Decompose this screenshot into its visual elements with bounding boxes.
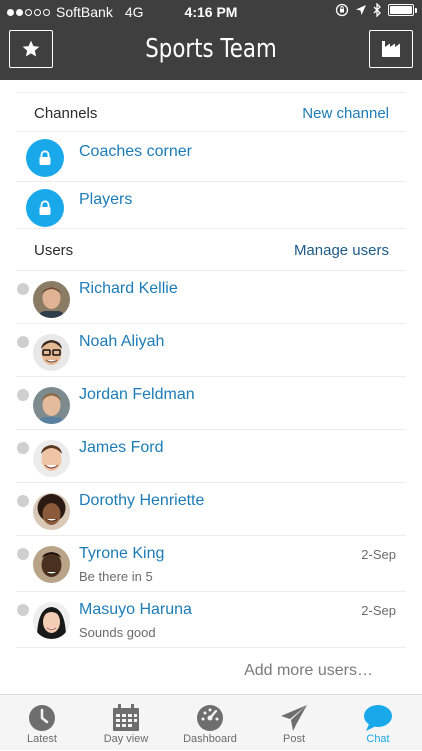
tab-label: Dashboard — [183, 733, 237, 745]
last-message-preview: Be there in 5 — [79, 569, 153, 584]
chat-bubble-icon — [364, 705, 392, 731]
manage-users-link[interactable]: Manage users — [294, 242, 389, 259]
user-item-tyrone-king[interactable]: Tyrone King 2-Sep Be there in 5 — [16, 535, 406, 591]
avatar — [33, 546, 70, 583]
user-name: James Ford — [79, 439, 164, 456]
channel-lock-badge — [26, 189, 64, 227]
tab-label: Day view — [103, 733, 149, 745]
avatar — [33, 602, 70, 639]
add-more-users-link[interactable]: Add more users… — [244, 662, 373, 680]
paper-plane-icon — [281, 705, 307, 731]
presence-indicator — [17, 442, 29, 454]
user-name: Noah Aliyah — [79, 333, 165, 350]
status-bar-right — [335, 3, 417, 17]
last-message-date: 2-Sep — [361, 603, 396, 618]
tab-label: Latest — [27, 733, 57, 745]
user-name: Tyrone King — [79, 545, 165, 562]
tab-day-view[interactable]: Day view — [84, 695, 168, 751]
bluetooth-icon — [373, 3, 381, 17]
channel-name: Players — [79, 191, 133, 208]
dashboard-icon — [197, 705, 223, 731]
presence-indicator — [17, 389, 29, 401]
tab-post[interactable]: Post — [252, 695, 336, 751]
channel-name: Coaches corner — [79, 143, 192, 160]
lock-icon — [39, 200, 51, 215]
users-section-header: Users Manage users — [16, 228, 406, 270]
channel-item-players[interactable]: Players — [16, 181, 406, 228]
presence-indicator — [17, 604, 29, 616]
lock-icon — [39, 150, 51, 165]
tab-dashboard[interactable]: Dashboard — [168, 695, 252, 751]
presence-indicator — [17, 495, 29, 507]
tab-label: Chat — [366, 733, 390, 745]
user-item-richard-kellie[interactable]: Richard Kellie — [16, 270, 406, 323]
user-name: Richard Kellie — [79, 280, 178, 297]
battery-icon — [388, 4, 417, 16]
last-message-date: 2-Sep — [361, 547, 396, 562]
page-title: Sports Team — [145, 34, 277, 64]
tab-label: Post — [282, 733, 305, 745]
avatar — [33, 493, 70, 530]
orientation-lock-icon — [335, 3, 349, 17]
clock-icon — [29, 705, 55, 731]
tab-latest[interactable]: Latest — [0, 695, 84, 751]
location-arrow-icon — [356, 5, 366, 15]
organization-button[interactable] — [369, 30, 413, 68]
presence-indicator — [17, 336, 29, 348]
channel-lock-badge — [26, 139, 64, 177]
user-item-james-ford[interactable]: James Ford — [16, 429, 406, 482]
last-message-preview: Sounds good — [79, 625, 156, 640]
calendar-icon — [113, 704, 139, 731]
channels-section-header: Channels New channel — [16, 92, 406, 131]
avatar — [33, 281, 70, 318]
channels-section-label: Channels — [34, 105, 98, 122]
user-name: Masuyo Haruna — [79, 601, 192, 618]
avatar — [33, 440, 70, 477]
presence-indicator — [17, 283, 29, 295]
user-item-jordan-feldman[interactable]: Jordan Feldman — [16, 376, 406, 429]
header-bar: Sports Team — [0, 24, 422, 80]
avatar — [33, 387, 70, 424]
user-name: Jordan Feldman — [79, 386, 195, 403]
users-section-label: Users — [34, 242, 74, 259]
channel-item-coaches-corner[interactable]: Coaches corner — [16, 131, 406, 181]
chat-channel-list: Channels New channel Coaches corner Play… — [0, 80, 422, 694]
user-item-masuyo-haruna[interactable]: Masuyo Haruna 2-Sep Sounds good — [16, 591, 406, 647]
factory-icon — [382, 41, 400, 57]
add-more-users-row: Add more users… — [16, 647, 406, 694]
user-name: Dorothy Henriette — [79, 492, 205, 509]
presence-indicator — [17, 548, 29, 560]
avatar — [33, 334, 70, 371]
status-bar: SoftBank 4G 4:16 PM — [0, 0, 422, 24]
bottom-tab-bar: Latest Day view Dashboard Post Chat — [0, 694, 422, 750]
new-channel-link[interactable]: New channel — [302, 105, 389, 122]
tab-chat[interactable]: Chat — [336, 695, 420, 751]
user-item-noah-aliyah[interactable]: Noah Aliyah — [16, 323, 406, 376]
user-item-dorothy-henriette[interactable]: Dorothy Henriette — [16, 482, 406, 535]
